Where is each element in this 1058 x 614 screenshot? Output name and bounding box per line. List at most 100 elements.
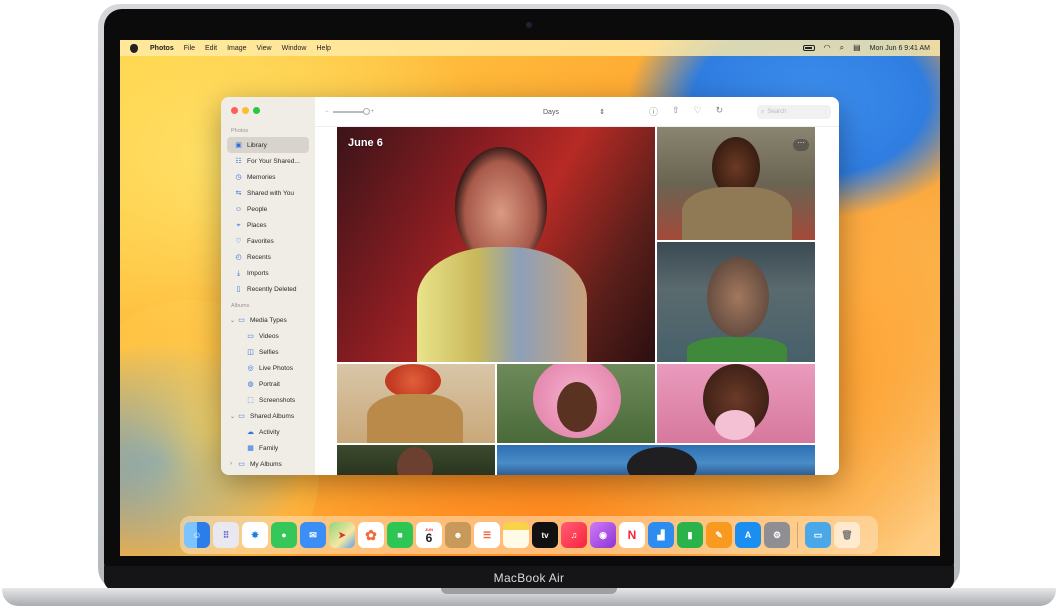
dock-news[interactable]: N: [619, 522, 645, 548]
menu-view[interactable]: View: [257, 45, 272, 52]
photo-thumbnail[interactable]: [497, 364, 655, 443]
sidebar-item-imports[interactable]: ⤓ Imports: [227, 265, 309, 281]
dock-safari[interactable]: ✸: [242, 522, 268, 548]
sidebar-item-shared-albums[interactable]: ⌄ ▭ Shared Albums: [227, 408, 309, 424]
favorite-heart-icon[interactable]: ♡: [694, 105, 702, 118]
menu-clock[interactable]: Mon Jun 6 9:41 AM: [870, 45, 930, 52]
toolbar: − + Days ⇕ ⓘ ⇧ ♡ ↻ ⌕ Search: [315, 97, 839, 127]
sidebar-item-label: Shared with You: [247, 189, 294, 197]
photo-thumbnail[interactable]: [497, 445, 815, 475]
photo-thumbnail[interactable]: [337, 364, 495, 443]
dock-app-store[interactable]: A: [735, 522, 761, 548]
dock-notes[interactable]: [503, 522, 529, 548]
dock-numbers[interactable]: ▮: [677, 522, 703, 548]
dock-launchpad[interactable]: ⠿: [213, 522, 239, 548]
dock-mail[interactable]: ✉: [300, 522, 326, 548]
photo-thumbnail[interactable]: [337, 445, 495, 475]
selfie-icon: ◫: [247, 348, 254, 356]
sidebar-item-media-types[interactable]: ⌄ ▭ Media Types: [227, 312, 309, 328]
sidebar-item-label: For Your Shared...: [247, 157, 300, 165]
launchpad-icon: ⠿: [222, 529, 230, 540]
sidebar-item-selfies[interactable]: ◫ Selfies: [227, 344, 309, 360]
wifi-icon[interactable]: ◠: [824, 44, 831, 52]
apple-menu-icon[interactable]: [130, 43, 138, 53]
control-center-icon[interactable]: ▤: [853, 44, 861, 52]
zoom-track[interactable]: [332, 107, 370, 115]
dock-photos[interactable]: ✿: [358, 522, 384, 548]
sidebar-item-for-your-shared[interactable]: ☷ For Your Shared...: [227, 153, 309, 169]
sidebar-item-recently-deleted[interactable]: ▯ Recently Deleted: [227, 281, 309, 297]
family-icon: ▦: [247, 444, 254, 452]
sidebar-item-my-albums[interactable]: › ▭ My Albums: [227, 456, 309, 472]
dock-keynote[interactable]: ▟: [648, 522, 674, 548]
minimize-button[interactable]: [242, 107, 249, 114]
photo-thumbnail[interactable]: [657, 364, 815, 443]
chevron-right-icon[interactable]: ›: [230, 461, 237, 467]
search-icon: ⌕: [761, 108, 765, 115]
sidebar-item-recents[interactable]: ◴ Recents: [227, 249, 309, 265]
zoom-in-icon[interactable]: +: [371, 109, 375, 115]
dock-reminders[interactable]: ☰: [474, 522, 500, 548]
photo-thumbnail[interactable]: ···: [657, 127, 815, 240]
sidebar-item-memories[interactable]: ◷ Memories: [227, 169, 309, 185]
dock-podcasts[interactable]: ◉: [590, 522, 616, 548]
sidebar-item-portrait[interactable]: ◍ Portrait: [227, 376, 309, 392]
photo-thumbnail[interactable]: [657, 242, 815, 362]
dock-music[interactable]: ♫: [561, 522, 587, 548]
battery-icon[interactable]: [802, 45, 815, 51]
sidebar-item-label: Recents: [247, 253, 271, 261]
dock-contacts[interactable]: ☻: [445, 522, 471, 548]
photo-featured[interactable]: June 6: [337, 127, 655, 362]
numbers-chart-icon: ▮: [687, 529, 693, 540]
share-icon[interactable]: ⇧: [672, 105, 680, 118]
sidebar-item-label: Favorites: [247, 237, 274, 245]
menu-image[interactable]: Image: [227, 45, 246, 52]
spotlight-icon[interactable]: ⌕: [840, 44, 844, 52]
sidebar-item-live-photos[interactable]: ◎ Live Photos: [227, 360, 309, 376]
menu-edit[interactable]: Edit: [205, 45, 217, 52]
zoom-button[interactable]: [253, 107, 260, 114]
sidebar-item-activity[interactable]: ☁ Activity: [227, 424, 309, 440]
view-selector[interactable]: Days ⇕: [543, 106, 605, 118]
menu-help[interactable]: Help: [317, 45, 331, 52]
dock-system-settings[interactable]: ⚙: [764, 522, 790, 548]
photo-subject-bubble: [715, 410, 755, 440]
sidebar-item-label: Places: [247, 221, 267, 229]
menu-app-name[interactable]: Photos: [150, 45, 174, 52]
menu-file[interactable]: File: [184, 45, 195, 52]
dock-maps[interactable]: ➤: [329, 522, 355, 548]
sidebar-item-shared-with-you[interactable]: ⇆ Shared with You: [227, 185, 309, 201]
dock-messages[interactable]: ●: [271, 522, 297, 548]
photo-subject-clothing: [367, 394, 463, 443]
dock-downloads[interactable]: ▭: [805, 522, 831, 548]
dock-facetime[interactable]: ■: [387, 522, 413, 548]
dock-trash[interactable]: 🗑: [834, 522, 860, 548]
search-input[interactable]: ⌕ Search: [757, 105, 831, 119]
zoom-knob[interactable]: [362, 107, 370, 115]
dock-tv[interactable]: tv: [532, 522, 558, 548]
menu-window[interactable]: Window: [282, 45, 307, 52]
sidebar-item-screenshots[interactable]: ⬚ Screenshots: [227, 392, 309, 408]
rotate-icon[interactable]: ↻: [716, 105, 724, 118]
photos-window: Photos ▣ Library ☷ For Your Shared... ◷ Memor…: [221, 97, 839, 475]
chevron-down-icon[interactable]: ⌄: [230, 317, 237, 324]
close-button[interactable]: [231, 107, 238, 114]
sidebar-item-library[interactable]: ▣ Library: [227, 137, 309, 153]
sidebar-item-places[interactable]: ⌖ Places: [227, 217, 309, 233]
mail-envelope-icon: ✉: [309, 529, 317, 540]
sidebar-item-favorites[interactable]: ♡ Favorites: [227, 233, 309, 249]
dock-finder[interactable]: ☺: [184, 522, 210, 548]
chevron-down-icon[interactable]: ⌄: [230, 413, 237, 420]
sidebar-item-videos[interactable]: ▭ Videos: [227, 328, 309, 344]
sidebar-item-label: Selfies: [259, 348, 279, 356]
sidebar-item-label: Imports: [247, 269, 269, 277]
zoom-out-icon[interactable]: −: [325, 109, 329, 115]
more-options-button[interactable]: ···: [793, 139, 809, 151]
sidebar-item-family[interactable]: ▦ Family: [227, 440, 309, 456]
sidebar-item-people[interactable]: ☺ People: [227, 201, 309, 217]
zoom-slider[interactable]: − +: [325, 107, 375, 115]
dock-pages[interactable]: ✎: [706, 522, 732, 548]
dock-calendar[interactable]: JUN 6: [416, 522, 442, 548]
sidebar-section-albums: Albums: [231, 303, 250, 309]
info-icon[interactable]: ⓘ: [649, 105, 658, 118]
